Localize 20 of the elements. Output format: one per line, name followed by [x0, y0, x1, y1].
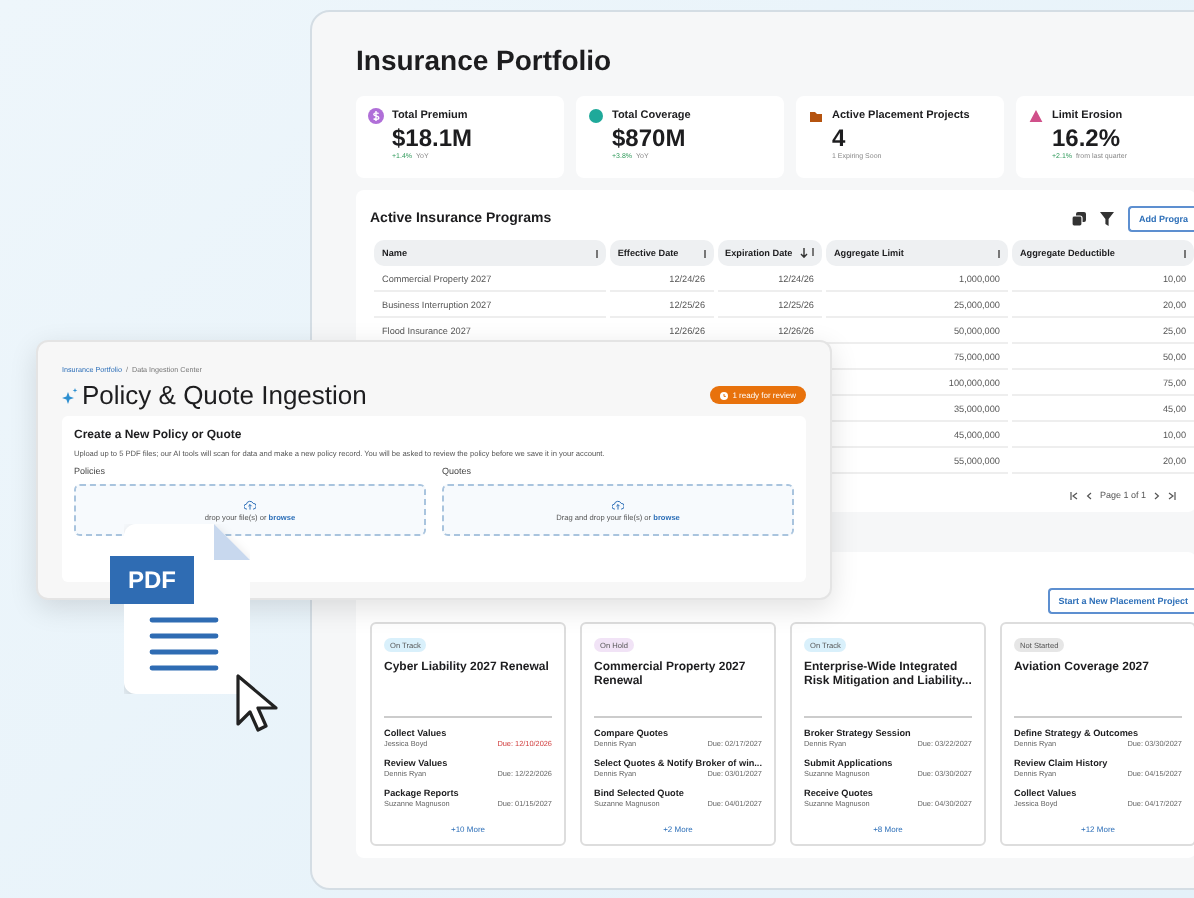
sparkle-icon: [62, 387, 78, 403]
project-card[interactable]: [580, 622, 776, 846]
next-page-icon[interactable]: [1154, 491, 1160, 499]
kpi-value: 16.2%: [1050, 126, 1123, 150]
file-type-label: PDF: [110, 556, 194, 604]
first-page-icon[interactable]: [1069, 491, 1078, 499]
pointer-cursor-icon: [236, 674, 280, 734]
copy-icon[interactable]: [1072, 212, 1087, 226]
kpi-value: $18.1M: [390, 126, 475, 150]
previous-page-icon[interactable]: [1085, 491, 1092, 499]
cloud-upload-icon: [612, 499, 624, 509]
filter-icon[interactable]: [1100, 212, 1115, 226]
sort-arrow-icon[interactable]: [799, 248, 808, 258]
kpi-value: 4: [830, 126, 848, 150]
kpi-value: $870M: [610, 126, 688, 150]
page-title: Insurance Portfolio: [356, 44, 614, 76]
panel-title: Policy & Quote Ingestion: [82, 380, 367, 410]
last-page-icon[interactable]: [1168, 491, 1176, 499]
cloud-upload-icon: [244, 499, 256, 509]
project-card[interactable]: [790, 622, 986, 846]
